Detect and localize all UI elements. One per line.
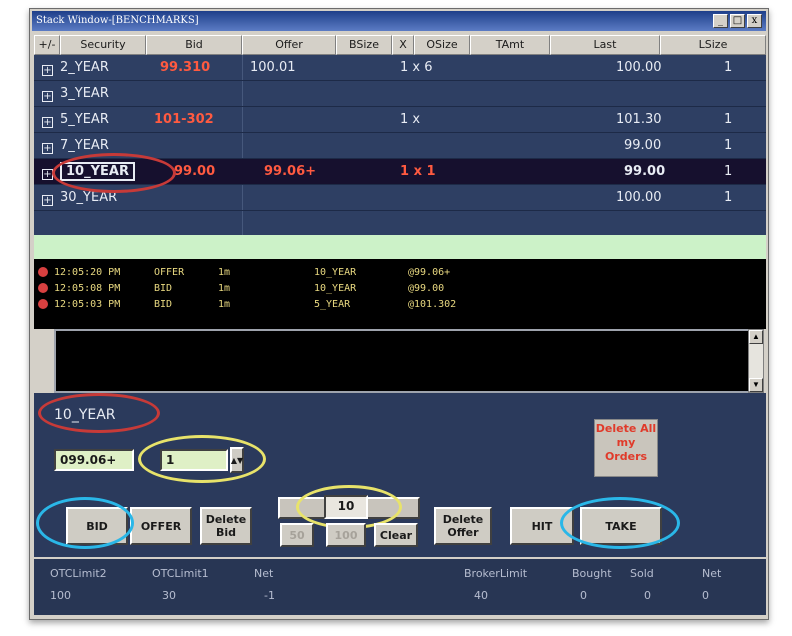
- value-net: -1: [264, 589, 275, 602]
- take-button[interactable]: TAKE: [580, 507, 662, 545]
- delete-all-orders-button[interactable]: Delete All my Orders: [594, 419, 658, 477]
- col-x[interactable]: X: [392, 35, 414, 55]
- clear-button[interactable]: Clear: [374, 523, 418, 547]
- close-button[interactable]: x: [747, 14, 762, 28]
- cell-bid: 99.310: [160, 60, 211, 75]
- scroll-up-icon[interactable]: ▲: [749, 330, 763, 344]
- col-security[interactable]: Security: [60, 35, 146, 55]
- bid-button[interactable]: BID: [66, 507, 128, 545]
- size-100-button[interactable]: 100: [326, 523, 366, 547]
- table-row[interactable]: + 2_YEAR 99.310 100.01 1 x 6 100.00 1: [34, 55, 766, 81]
- cell-bid: 99.00: [174, 164, 216, 179]
- value-otclimit2: 100: [50, 589, 71, 602]
- expand-icon[interactable]: +: [42, 117, 53, 128]
- cell-size: 1 x 1: [400, 164, 436, 179]
- cell-bid: 101-302: [154, 112, 214, 127]
- col-bsize[interactable]: BSize: [336, 35, 392, 55]
- cell-security: 3_YEAR: [60, 86, 109, 101]
- cell-last: 100.00: [616, 60, 662, 75]
- quantity-stepper[interactable]: ▲▼: [230, 447, 244, 473]
- expand-icon[interactable]: +: [42, 169, 53, 180]
- cell-last: 99.00: [624, 138, 662, 153]
- symbol-label: 10_YEAR: [54, 407, 116, 423]
- table-row-selected[interactable]: + 10_YEAR 99.00 99.06+ 1 x 1 99.00 1: [34, 159, 766, 185]
- col-lsize[interactable]: LSize: [660, 35, 766, 55]
- cell-lsize: 1: [724, 138, 733, 153]
- delete-bid-button[interactable]: Delete Bid: [200, 507, 252, 545]
- minimize-button[interactable]: _: [713, 14, 728, 28]
- order-entry-panel: 10_YEAR 099.06+ 1 ▲▼ Delete All my Order…: [34, 393, 766, 557]
- cell-size: 1 x: [400, 112, 421, 127]
- log-row: 12:05:03 PM BID 1m 5_YEAR @101.302: [34, 299, 634, 313]
- value-brokerlimit: 40: [474, 589, 488, 602]
- label-otclimit1: OTCLimit1: [152, 567, 209, 580]
- label-otclimit2: OTCLimit2: [50, 567, 107, 580]
- col-last[interactable]: Last: [550, 35, 660, 55]
- table-row[interactable]: + 3_YEAR: [34, 81, 766, 107]
- expand-icon[interactable]: +: [42, 143, 53, 154]
- size-input[interactable]: 10: [324, 495, 368, 519]
- cell-last: 101.30: [616, 112, 662, 127]
- cell-last: 99.00: [624, 164, 666, 179]
- col-osize[interactable]: OSize: [414, 35, 470, 55]
- price-input[interactable]: 099.06+: [54, 449, 134, 471]
- col-expand[interactable]: +/-: [34, 35, 60, 55]
- cell-security: 10_YEAR: [60, 162, 135, 181]
- cell-lsize: 1: [724, 164, 733, 179]
- offer-button[interactable]: OFFER: [130, 507, 192, 545]
- message-pane[interactable]: [54, 329, 759, 393]
- securities-grid: + 2_YEAR 99.310 100.01 1 x 6 100.00 1 + …: [34, 55, 766, 235]
- cell-security: 5_YEAR: [60, 112, 109, 127]
- column-header-row: +/- Security Bid Offer BSize X OSize TAm…: [34, 35, 766, 55]
- cell-lsize: 1: [724, 112, 733, 127]
- window-title: Stack Window-[BENCHMARKS]: [36, 15, 199, 26]
- cell-lsize: 1: [724, 190, 733, 205]
- expand-icon[interactable]: +: [42, 65, 53, 76]
- value-net-2: 0: [702, 589, 709, 602]
- delete-offer-button[interactable]: Delete Offer: [434, 507, 492, 545]
- cell-offer: 100.01: [250, 60, 296, 75]
- expand-icon[interactable]: +: [42, 195, 53, 206]
- label-bought: Bought: [572, 567, 612, 580]
- cell-security: 30_YEAR: [60, 190, 118, 205]
- col-tamt[interactable]: TAmt: [470, 35, 550, 55]
- label-net-2: Net: [702, 567, 722, 580]
- label-sold: Sold: [630, 567, 654, 580]
- order-log: 12:05:20 PM OFFER 1m 10_YEAR @99.06+ 12:…: [34, 259, 766, 329]
- table-row[interactable]: + 5_YEAR 101-302 1 x 101.30 1: [34, 107, 766, 133]
- scrollbar[interactable]: ▲ ▼: [748, 329, 764, 393]
- cell-last: 100.00: [616, 190, 662, 205]
- table-row[interactable]: + 7_YEAR 99.00 1: [34, 133, 766, 159]
- col-bid[interactable]: Bid: [146, 35, 242, 55]
- limits-status-bar: OTCLimit2 OTCLimit1 Net BrokerLimit Boug…: [34, 559, 766, 615]
- value-bought: 0: [580, 589, 587, 602]
- maximize-button[interactable]: □: [730, 14, 745, 28]
- size-50-button[interactable]: 50: [280, 523, 314, 547]
- cancel-icon[interactable]: [38, 299, 48, 309]
- value-sold: 0: [644, 589, 651, 602]
- cell-lsize: 1: [724, 60, 733, 75]
- cancel-icon[interactable]: [38, 283, 48, 293]
- selected-row-strip: [34, 235, 766, 259]
- cell-security: 2_YEAR: [60, 60, 109, 75]
- scroll-down-icon[interactable]: ▼: [749, 378, 763, 392]
- log-row: 12:05:08 PM BID 1m 10_YEAR @99.00: [34, 283, 634, 297]
- table-row[interactable]: + 30_YEAR 100.00 1: [34, 185, 766, 211]
- cell-size: 1 x 6: [400, 60, 433, 75]
- cancel-icon[interactable]: [38, 267, 48, 277]
- quantity-input[interactable]: 1: [160, 449, 228, 471]
- value-otclimit1: 30: [162, 589, 176, 602]
- col-offer[interactable]: Offer: [242, 35, 336, 55]
- title-bar[interactable]: Stack Window-[BENCHMARKS] _ □ x: [32, 11, 766, 31]
- hit-button[interactable]: HIT: [510, 507, 574, 545]
- label-net: Net: [254, 567, 274, 580]
- log-row: 12:05:20 PM OFFER 1m 10_YEAR @99.06+: [34, 267, 634, 281]
- cell-security: 7_YEAR: [60, 138, 109, 153]
- cell-offer: 99.06+: [264, 164, 317, 179]
- label-brokerlimit: BrokerLimit: [464, 567, 528, 580]
- expand-icon[interactable]: +: [42, 91, 53, 102]
- stack-window: Stack Window-[BENCHMARKS] _ □ x +/- Secu…: [29, 8, 769, 620]
